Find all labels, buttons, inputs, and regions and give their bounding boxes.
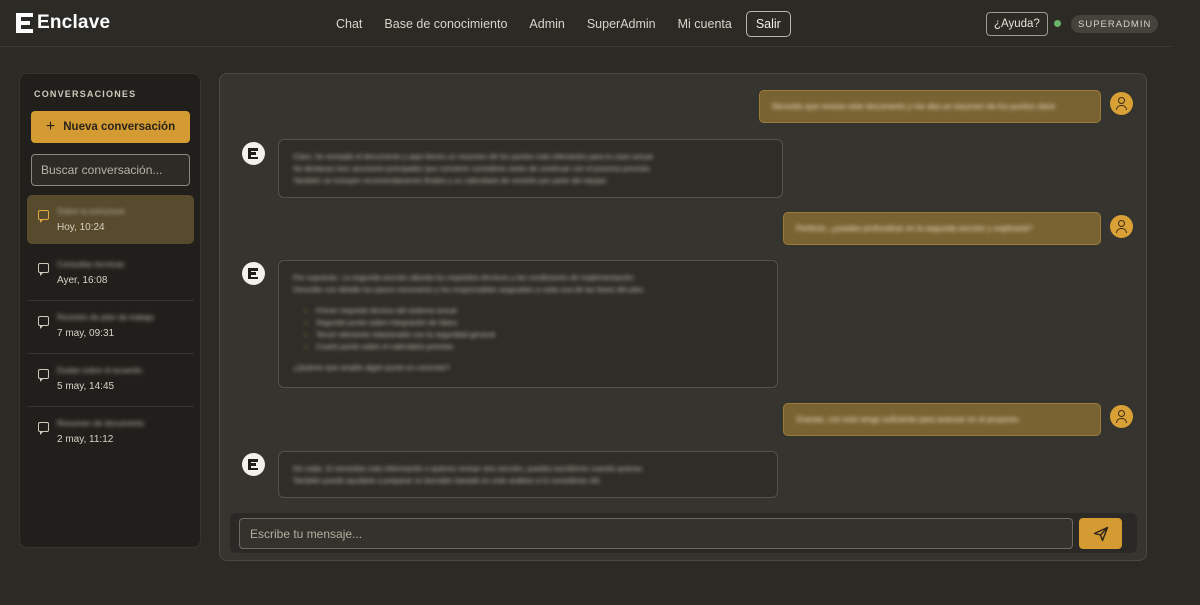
enclave-logo-icon bbox=[242, 142, 265, 165]
send-button[interactable] bbox=[1079, 518, 1122, 549]
assistant-message: Claro, he revisado el documento y aquí t… bbox=[278, 139, 783, 198]
conversation-title: Resumen de documento bbox=[57, 419, 145, 428]
assistant-message-line: También se incluyen recomendaciones fina… bbox=[293, 176, 609, 185]
role-badge: SUPERADMIN bbox=[1071, 15, 1159, 33]
bullet-item: Primer requisito técnico del sistema act… bbox=[316, 305, 763, 317]
app-name: Enclave bbox=[37, 12, 111, 33]
help-button[interactable]: ¿Ayuda? bbox=[986, 12, 1048, 36]
conversation-title: Consultas tecnicas bbox=[57, 260, 125, 269]
conversation-title: Dudas sobre el acuerdo bbox=[57, 366, 142, 375]
conversation-time: 7 may, 09:31 bbox=[57, 328, 115, 339]
user-icon bbox=[1110, 215, 1133, 238]
nav-superadmin[interactable]: SuperAdmin bbox=[577, 11, 666, 37]
user-message-text: Perfecto, ¿puedes profundizar en la segu… bbox=[796, 224, 1033, 233]
conversation-item[interactable]: Consultas tecnicas Ayer, 16:08 bbox=[27, 248, 194, 301]
enclave-logo-icon bbox=[242, 453, 265, 476]
conversation-time: Hoy, 10:24 bbox=[57, 222, 105, 233]
user-message-text: Gracias, con esto tengo suficiente para … bbox=[796, 415, 1021, 424]
send-icon bbox=[1093, 526, 1108, 541]
new-conversation-label: Nueva conversación bbox=[63, 121, 176, 133]
conversation-time: Ayer, 16:08 bbox=[57, 275, 108, 286]
sidebar-title: CONVERSACIONES bbox=[34, 89, 137, 99]
assistant-message-line: De nada. Si necesitas más información o … bbox=[293, 464, 645, 473]
logout-button[interactable]: Salir bbox=[745, 11, 791, 37]
main-nav: Chat Base de conocimiento Admin SuperAdm… bbox=[326, 11, 793, 37]
message-composer bbox=[230, 513, 1137, 553]
conversation-item[interactable]: Dudas sobre el acuerdo 5 may, 14:45 bbox=[27, 354, 194, 407]
user-message: Perfecto, ¿puedes profundizar en la segu… bbox=[783, 212, 1101, 245]
conversation-item[interactable]: Revisión de plan de trabajo 7 may, 09:31 bbox=[27, 301, 194, 354]
assistant-message-line: También puedo ayudarte a preparar un bor… bbox=[293, 476, 602, 485]
bullet-item: Tercer elemento relacionado con la segur… bbox=[316, 329, 763, 341]
conversations-sidebar: CONVERSACIONES + Nueva conversación Sobr… bbox=[19, 73, 201, 548]
enclave-logo-icon bbox=[242, 262, 265, 285]
user-icon bbox=[1110, 405, 1133, 428]
chat-bubble-icon bbox=[38, 210, 49, 223]
assistant-message-line: ¿Quieres que amplíe algún punto en concr… bbox=[293, 363, 450, 372]
search-conversation-input[interactable] bbox=[31, 154, 190, 186]
conversation-list: Sobre la estructura Hoy, 10:24 Consultas… bbox=[27, 195, 194, 460]
assistant-message-line: Por supuesto. La segunda sección aborda … bbox=[293, 273, 636, 282]
assistant-message-line: Describe con detalle los pasos necesario… bbox=[293, 285, 646, 294]
assistant-message-line: Se destacan tres secciones principales q… bbox=[293, 164, 652, 173]
user-message: Necesito que revises este documento y me… bbox=[759, 90, 1101, 123]
conversation-time: 2 may, 11:12 bbox=[57, 434, 114, 445]
assistant-message: Por supuesto. La segunda sección aborda … bbox=[278, 260, 778, 388]
new-conversation-button[interactable]: + Nueva conversación bbox=[31, 111, 190, 143]
chat-bubble-icon bbox=[38, 369, 49, 382]
assistant-bullet-list: Primer requisito técnico del sistema act… bbox=[316, 305, 763, 353]
app-logo[interactable]: Enclave bbox=[14, 12, 110, 34]
online-status-indicator bbox=[1054, 20, 1061, 27]
chat-panel: Necesito que revises este documento y me… bbox=[219, 73, 1147, 561]
conversation-item[interactable]: Resumen de documento 2 may, 11:12 bbox=[27, 407, 194, 460]
chat-bubble-icon bbox=[38, 316, 49, 329]
conversation-item[interactable]: Sobre la estructura Hoy, 10:24 bbox=[27, 195, 194, 244]
user-message: Gracias, con esto tengo suficiente para … bbox=[783, 403, 1101, 436]
user-message-text: Necesito que revises este documento y me… bbox=[772, 102, 1056, 111]
chat-bubble-icon bbox=[38, 422, 49, 435]
conversation-time: 5 may, 14:45 bbox=[57, 381, 115, 392]
user-icon bbox=[1110, 92, 1133, 115]
nav-my-account[interactable]: Mi cuenta bbox=[668, 11, 742, 37]
assistant-message: De nada. Si necesitas más información o … bbox=[278, 451, 778, 498]
message-input[interactable] bbox=[239, 518, 1073, 549]
bullet-item: Segundo punto sobre integración de datos bbox=[316, 317, 763, 329]
bullet-item: Cuarto punto sobre el calendario previst… bbox=[316, 341, 763, 353]
enclave-logo-icon bbox=[14, 12, 36, 34]
nav-admin[interactable]: Admin bbox=[519, 11, 574, 37]
top-navigation-bar: Enclave Chat Base de conocimiento Admin … bbox=[0, 0, 1172, 47]
plus-icon: + bbox=[45, 118, 56, 135]
conversation-title: Revisión de plan de trabajo bbox=[57, 313, 154, 322]
assistant-message-line: Claro, he revisado el documento y aquí t… bbox=[293, 152, 655, 161]
chat-bubble-icon bbox=[38, 263, 49, 276]
conversation-title: Sobre la estructura bbox=[57, 207, 125, 216]
nav-knowledge-base[interactable]: Base de conocimiento bbox=[374, 11, 517, 37]
nav-chat[interactable]: Chat bbox=[326, 11, 372, 37]
